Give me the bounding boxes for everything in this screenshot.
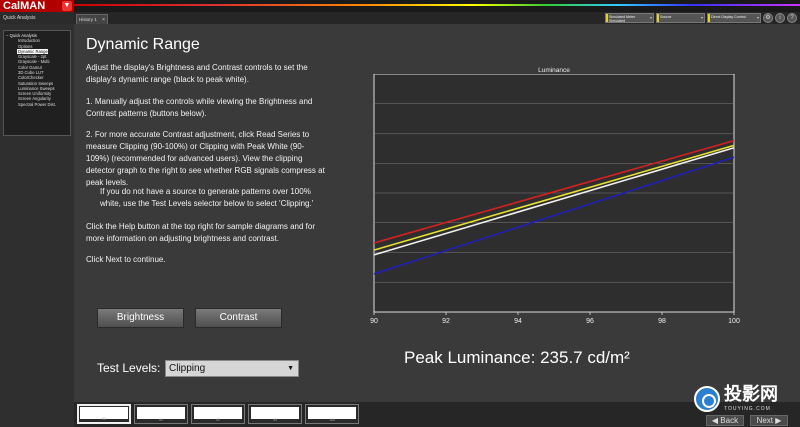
info-icon[interactable]: i <box>775 13 785 23</box>
x-tick-label: 92 <box>442 318 450 325</box>
help-text: Click the Help button at the top right f… <box>86 222 316 243</box>
pattern-thumbnail[interactable]: 92 <box>191 404 245 424</box>
contrast-button[interactable]: Contrast <box>195 308 282 328</box>
x-tick-label: 94 <box>514 318 522 325</box>
step-2-note: If you do not have a source to generate … <box>100 187 314 208</box>
page-title: Dynamic Range <box>86 36 200 53</box>
chevron-down-icon: ▾ <box>700 15 703 20</box>
watermark: 投影网 TOUYING.COM <box>694 382 800 416</box>
test-levels-select[interactable]: Clipping ▼ <box>165 360 299 377</box>
pattern-label: 91 <box>159 418 163 422</box>
chevron-down-icon: ▾ <box>756 15 759 20</box>
meter-dropdown[interactable]: Simulated Meter Simulated ▾ <box>605 13 654 23</box>
chevron-down-icon: ▾ <box>649 15 652 20</box>
next-label: Next <box>756 416 774 425</box>
chevron-down-icon: ▼ <box>287 365 294 372</box>
title-bar <box>0 0 800 12</box>
tree-items: Introduction Options Dynamic Range Grayscal… <box>6 38 68 107</box>
test-levels-value: Clipping <box>169 363 206 374</box>
source-dropdown-label: Source <box>660 15 672 19</box>
title-bar-rainbow-stripe <box>74 4 800 6</box>
help-icon[interactable]: ? <box>787 13 797 23</box>
pattern-thumbnail[interactable]: 90 <box>77 404 131 424</box>
next-text: Click Next to continue. <box>86 255 166 264</box>
pattern-label: 90 <box>102 417 106 421</box>
pattern-thumbnail[interactable]: 100 <box>305 404 359 424</box>
watermark-text: 投影网 <box>724 384 778 405</box>
meter-dropdown-label: Simulated Meter Simulated <box>609 15 636 23</box>
x-tick-label: 90 <box>370 318 378 325</box>
pattern-label: 92 <box>216 418 220 422</box>
step-2-text: 2. For more accurate Contrast adjustment… <box>86 130 325 187</box>
brightness-button[interactable]: Brightness <box>97 308 184 328</box>
chart-title: Luminance <box>538 67 570 74</box>
pattern-label: 100 <box>329 418 335 422</box>
settings-icon[interactable]: ⚙ <box>763 13 773 23</box>
sidebar-header: Quick Analysis <box>0 12 74 24</box>
display-dropdown-label: Direct Display Control <box>711 15 746 19</box>
next-button[interactable]: Next ▶ <box>750 415 788 426</box>
pattern-thumbnail[interactable]: 91 <box>134 404 188 424</box>
source-dropdown[interactable]: Source ▾ <box>656 13 705 23</box>
x-tick-label: 96 <box>586 318 594 325</box>
intro-text: Adjust the display's Brightness and Cont… <box>86 63 308 84</box>
tab-history-1[interactable]: History 1 × <box>76 14 108 24</box>
back-button[interactable]: ◀ Back <box>706 415 744 426</box>
sidebar: − Quick Analysis Introduction Options Dyna… <box>0 24 74 427</box>
watermark-subtext: TOUYING.COM <box>724 406 771 412</box>
tab-label: History 1 <box>79 17 97 22</box>
workflow-tree: − Quick Analysis Introduction Options Dyna… <box>3 30 71 136</box>
step-1-text: 1. Manually adjust the controls while vi… <box>86 97 313 118</box>
luminance-chart: 90 92 94 96 98 100 <box>370 74 740 325</box>
watermark-logo-icon <box>694 386 720 412</box>
x-tick-label: 98 <box>658 318 666 325</box>
peak-luminance-readout: Peak Luminance: 235.7 cd/m² <box>404 348 630 367</box>
app-menu-arrow-icon[interactable]: ▼ <box>62 1 72 11</box>
app-logo[interactable]: CalMAN ▼ <box>0 0 74 12</box>
display-control-dropdown[interactable]: Direct Display Control ▾ <box>707 13 761 23</box>
x-tick-label: 100 <box>728 318 740 325</box>
pattern-label: 93 <box>273 418 277 422</box>
test-levels-label: Test Levels: <box>97 361 161 375</box>
pattern-thumbnail[interactable]: 93 <box>248 404 302 424</box>
app-logo-text: CalMAN <box>3 0 46 12</box>
back-label: Back <box>720 416 739 425</box>
sidebar-item[interactable]: Spectral Power Dist. <box>6 102 68 107</box>
